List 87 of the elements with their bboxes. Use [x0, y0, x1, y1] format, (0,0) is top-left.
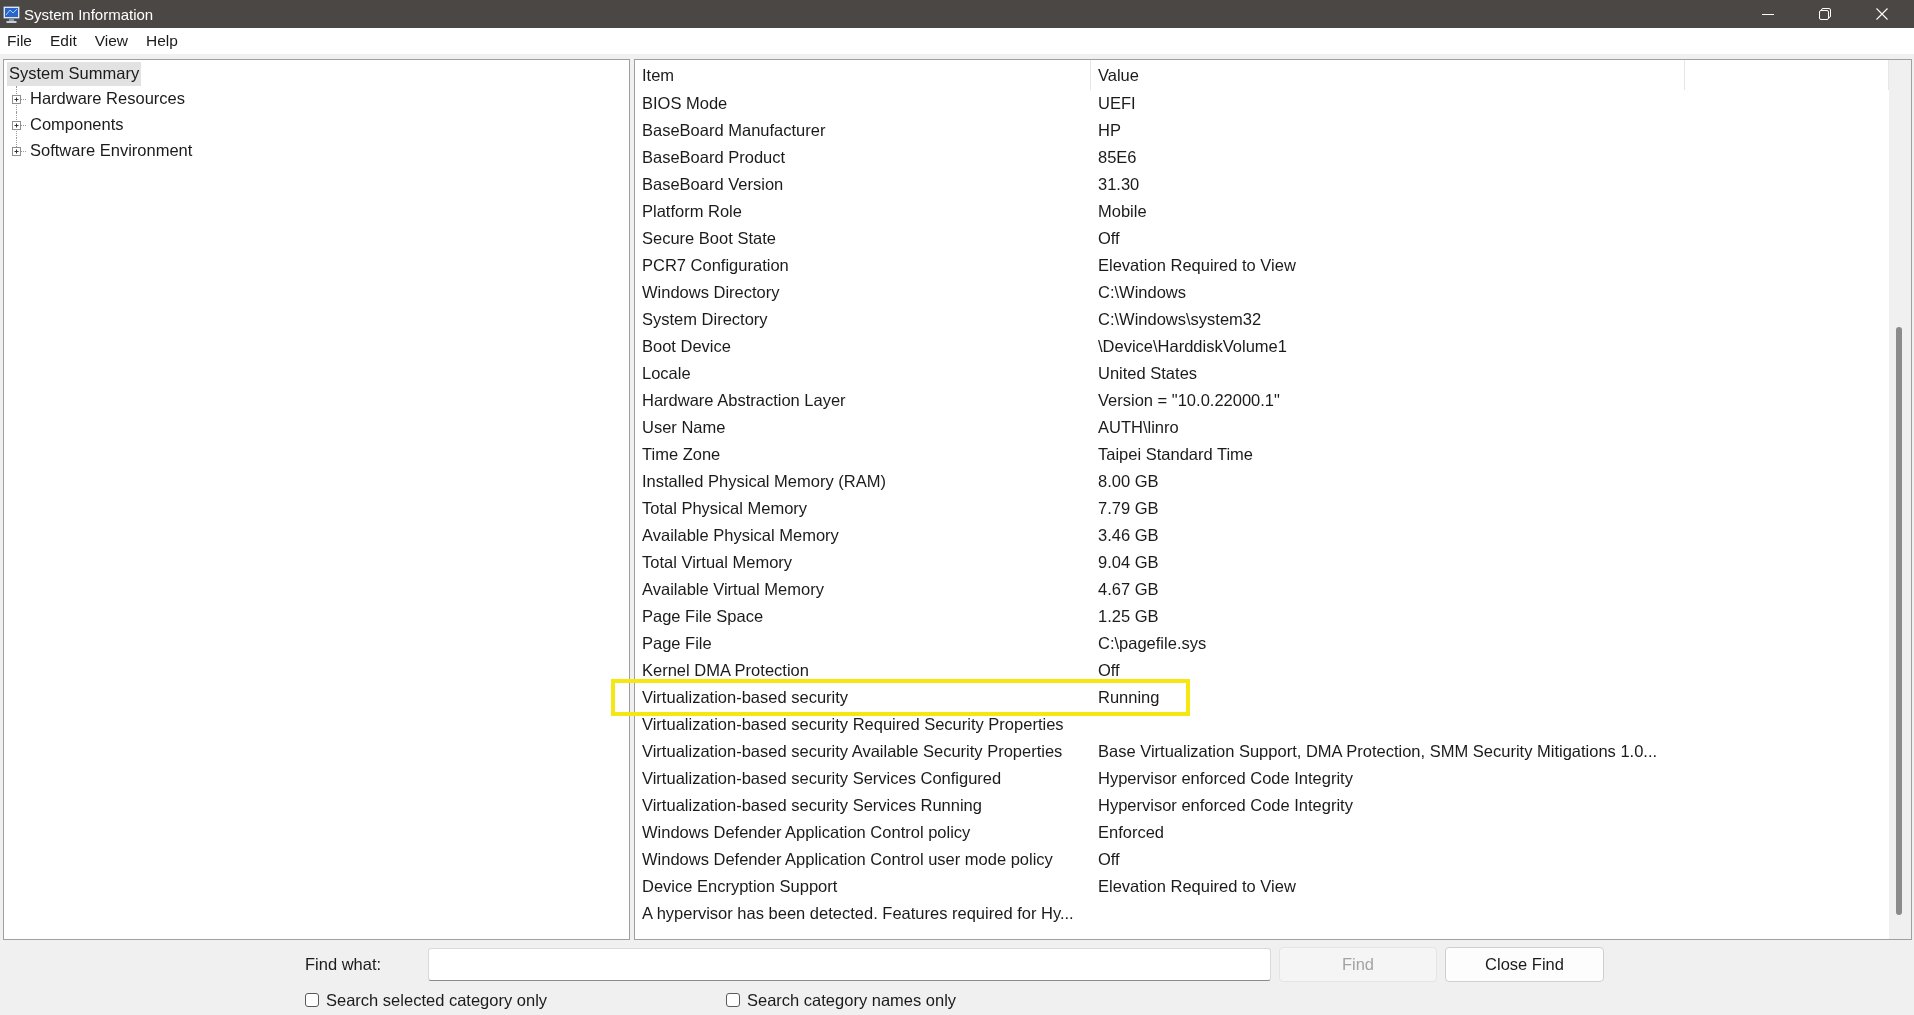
property-name: Available Virtual Memory: [642, 580, 824, 599]
checkbox[interactable]: [305, 993, 319, 1007]
property-name: Windows Directory: [642, 283, 780, 302]
property-value: \Device\HarddiskVolume1: [1098, 337, 1287, 356]
property-value: Hypervisor enforced Code Integrity: [1098, 769, 1353, 788]
property-name: Virtualization-based security Services Configured: [642, 769, 1002, 788]
property-value: Off: [1098, 661, 1120, 680]
property-name: Windows Defender Application Control policy: [642, 823, 971, 842]
property-value: 8.00 GB: [1098, 472, 1159, 491]
property-value: Hypervisor enforced Code Integrity: [1098, 796, 1353, 815]
property-name: Virtualization-based security Available Security Properties: [642, 742, 1063, 761]
property-value: C:\Windows: [1098, 283, 1187, 302]
checkbox[interactable]: [726, 993, 740, 1007]
checkbox-label[interactable]: Search category names only: [747, 990, 957, 1010]
property-name: Virtualization-based security Required Security Properties: [642, 715, 1064, 734]
plus-box-icon[interactable]: [12, 146, 26, 156]
property-value: 1.25 GB: [1098, 607, 1159, 626]
property-name: BaseBoard Version: [642, 175, 784, 194]
find-input[interactable]: [428, 948, 1271, 981]
property-name: Total Virtual Memory: [642, 553, 793, 572]
property-value: 4.67 GB: [1098, 580, 1159, 599]
property-value: Off: [1098, 850, 1120, 869]
property-value: Running: [1098, 688, 1160, 707]
property-value: AUTH\linro: [1098, 418, 1179, 437]
property-name: PCR7 Configuration: [642, 256, 789, 275]
window-title: System Information: [24, 5, 154, 23]
scrollbar-thumb[interactable]: [1896, 327, 1902, 916]
property-value: Off: [1098, 229, 1120, 248]
property-name: Available Physical Memory: [642, 526, 839, 545]
property-value: United States: [1098, 364, 1198, 383]
property-name: Total Physical Memory: [642, 499, 808, 518]
property-name: Time Zone: [642, 445, 721, 464]
menu-item[interactable]: File: [0, 28, 41, 54]
plus-box-icon[interactable]: [12, 94, 26, 104]
computer-icon: [3, 5, 21, 23]
column-header[interactable]: Item: [635, 60, 1091, 90]
property-name: A hypervisor has been detected. Features required for Hy...: [642, 904, 1074, 923]
property-value: HP: [1098, 121, 1121, 140]
scrollbar[interactable]: [1889, 60, 1911, 939]
property-name: Platform Role: [642, 202, 742, 221]
property-value: 7.79 GB: [1098, 499, 1159, 518]
minimize-icon: [1761, 13, 1774, 15]
property-name: BaseBoard Manufacturer: [642, 121, 826, 140]
tree-item[interactable]: Hardware Resources: [28, 87, 187, 111]
checkbox-label[interactable]: Search selected category only: [326, 990, 548, 1010]
property-name: Secure Boot State: [642, 229, 776, 248]
menu-item[interactable]: Help: [137, 28, 187, 54]
close-find-button[interactable]: Close Find: [1445, 947, 1604, 982]
property-name: Hardware Abstraction Layer: [642, 391, 846, 410]
plus-box-icon[interactable]: [12, 120, 26, 130]
property-value: 9.04 GB: [1098, 553, 1159, 572]
column-header[interactable]: Value: [1091, 60, 1685, 90]
property-name: Boot Device: [642, 337, 731, 356]
property-name: Virtualization-based security: [642, 688, 849, 707]
property-name: Installed Physical Memory (RAM): [642, 472, 886, 491]
property-name: User Name: [642, 418, 726, 437]
restore-icon: [1818, 8, 1831, 20]
property-name: System Directory: [642, 310, 768, 329]
property-value: Elevation Required to View: [1098, 256, 1296, 275]
property-name: BaseBoard Product: [642, 148, 786, 167]
property-value: C:\pagefile.sys: [1098, 634, 1207, 653]
property-value: Base Virtualization Support, DMA Protection, SMM Security Mitigations 1.0...: [1098, 742, 1658, 761]
property-name: Device Encryption Support: [642, 877, 838, 896]
property-value: Taipei Standard Time: [1098, 445, 1253, 464]
property-value: C:\Windows\system32: [1098, 310, 1262, 329]
menu-item[interactable]: View: [85, 28, 138, 54]
property-value: Enforced: [1098, 823, 1165, 842]
property-value: Elevation Required to View: [1098, 877, 1296, 896]
field-label: Find what:: [305, 955, 382, 974]
tree-item[interactable]: Software Environment: [28, 139, 195, 163]
property-value: 85E6: [1098, 148, 1137, 167]
property-name: Windows Defender Application Control user mode policy: [642, 850, 1053, 869]
property-name: Virtualization-based security Services Running: [642, 796, 982, 815]
property-value: 31.30: [1098, 175, 1140, 194]
close-icon: [1875, 8, 1888, 20]
tree-item[interactable]: Components: [28, 113, 126, 137]
menu-item[interactable]: Edit: [41, 28, 86, 54]
property-name: Page File: [642, 634, 712, 653]
property-name: BIOS Mode: [642, 94, 728, 113]
property-name: Kernel DMA Protection: [642, 661, 809, 680]
property-value: UEFI: [1098, 94, 1136, 113]
property-value: Version = "10.0.22000.1": [1098, 391, 1280, 410]
property-name: Page File Space: [642, 607, 764, 626]
tree-item[interactable]: System Summary: [7, 61, 142, 86]
property-value: 3.46 GB: [1098, 526, 1159, 545]
property-value: Mobile: [1098, 202, 1147, 221]
property-name: Locale: [642, 364, 691, 383]
